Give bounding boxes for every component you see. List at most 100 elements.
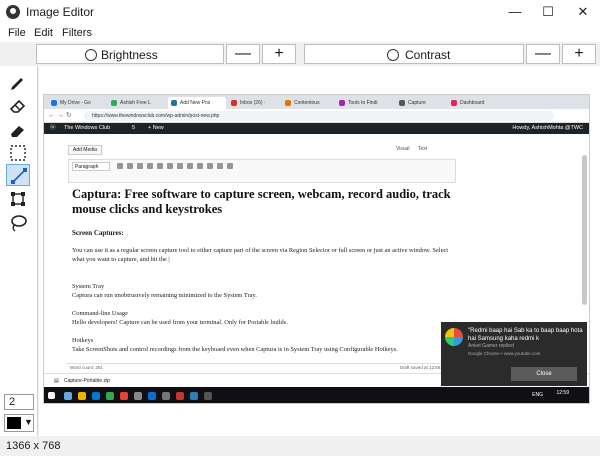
post-heading: Command-line Usage bbox=[72, 310, 128, 317]
browser-tab: Capture bbox=[396, 97, 454, 109]
notification-avatar bbox=[445, 328, 463, 346]
taskbar-app-icon bbox=[134, 392, 142, 400]
post-content: Captura: Free software to capture screen… bbox=[72, 187, 456, 354]
post-paragraph: Hello developers! Capture can be used fr… bbox=[72, 319, 288, 326]
browser-tab: Add New Pos bbox=[168, 97, 226, 109]
brightness-icon bbox=[85, 49, 97, 61]
contrast-group: Contrast bbox=[304, 44, 524, 64]
align-icon bbox=[177, 163, 183, 169]
taskbar-app-icon bbox=[120, 392, 128, 400]
list-icon bbox=[147, 163, 153, 169]
taskbar-app-icon bbox=[106, 392, 114, 400]
browser-tab: Ashish Free L bbox=[108, 97, 166, 109]
editor-footer: Word count: 251 Draft saved at 12:56:45 … bbox=[66, 363, 458, 371]
image-editor-window: Image Editor — ☐ ✕ File Edit Filters Bri… bbox=[0, 0, 600, 456]
line-icon[interactable] bbox=[6, 164, 30, 186]
pencil-icon[interactable] bbox=[6, 70, 30, 92]
close-button[interactable]: ✕ bbox=[566, 0, 600, 24]
taskbar-clock: 12:59 bbox=[556, 390, 569, 396]
minimize-button[interactable]: — bbox=[498, 0, 532, 24]
post-paragraph: Captura can run unobtrusively remaining … bbox=[72, 292, 257, 299]
notification-close-button: Close bbox=[511, 367, 577, 381]
taskbar-app-icon bbox=[148, 392, 156, 400]
list-icon bbox=[137, 163, 143, 169]
taskbar-app-icon bbox=[162, 392, 170, 400]
browser-tab: My Drive - Go bbox=[48, 97, 106, 109]
eraser-icon[interactable] bbox=[6, 94, 30, 116]
contrast-icon bbox=[387, 49, 399, 61]
brightness-label: Brightness bbox=[101, 48, 158, 62]
contrast-label: Contrast bbox=[405, 48, 451, 62]
menu-filters[interactable]: Filters bbox=[62, 27, 92, 39]
add-media-button: Add Media bbox=[68, 145, 102, 155]
menu-edit[interactable]: Edit bbox=[34, 27, 53, 39]
url-field: https://www.thewindowsclub.com/wp-admin/… bbox=[84, 111, 554, 121]
window-title: Image Editor bbox=[26, 5, 95, 19]
link-icon bbox=[197, 163, 203, 169]
status-bar: 1366 x 768 bbox=[0, 436, 600, 456]
color-swatch bbox=[7, 417, 21, 429]
notification-author: Anket Gamer replied bbox=[468, 343, 514, 349]
menu-file[interactable]: File bbox=[8, 27, 26, 39]
notification-message: "Redmi baap hai Sab ka to baap baap hota… bbox=[468, 328, 583, 342]
post-heading: Hotkeys bbox=[72, 337, 94, 344]
taskbar-app-icon bbox=[78, 392, 86, 400]
post-title: Captura: Free software to capture screen… bbox=[72, 187, 451, 216]
lasso-icon[interactable] bbox=[6, 212, 30, 234]
post-editor: Add Media Visual Text Paragraph Captura:… bbox=[66, 141, 456, 371]
align-icon bbox=[187, 163, 193, 169]
taskbar-app-icon bbox=[176, 392, 184, 400]
zip-file-icon: ▤ bbox=[54, 378, 59, 384]
chevron-down-icon: ▼ bbox=[24, 417, 33, 427]
address-bar: ← → ↻ https://www.thewindowsclub.com/wp-… bbox=[44, 109, 589, 123]
windows-taskbar: ENG 12:59 bbox=[44, 387, 589, 403]
menu-bar: File Edit Filters bbox=[0, 24, 600, 42]
format-toolbar: Paragraph bbox=[68, 159, 456, 183]
text-tab: Text bbox=[418, 146, 428, 152]
brightness-increase-button[interactable]: + bbox=[262, 44, 296, 64]
unlink-icon bbox=[207, 163, 213, 169]
shape-icon[interactable] bbox=[6, 188, 30, 210]
maximize-button[interactable]: ☐ bbox=[531, 0, 565, 24]
word-count: Word count: 251 bbox=[70, 365, 103, 370]
brightness-decrease-button[interactable]: — bbox=[226, 44, 260, 64]
post-paragraph: Take ScreenShots and control recordings … bbox=[72, 346, 398, 353]
post-heading: System Tray bbox=[72, 283, 105, 290]
align-icon bbox=[167, 163, 173, 169]
start-icon bbox=[48, 392, 55, 399]
brush-color-picker[interactable]: ▼ bbox=[4, 414, 34, 432]
more-icon bbox=[217, 163, 223, 169]
wp-comment-count: 5 bbox=[132, 125, 136, 131]
post-paragraph: You can use it as a regular screen captu… bbox=[72, 247, 449, 263]
download-filename: Capture-Portable.zip bbox=[64, 378, 110, 384]
taskbar-app-icon bbox=[204, 392, 212, 400]
browser-tab: Contentous bbox=[282, 97, 340, 109]
tool-sidebar: 2 ▼ bbox=[0, 66, 38, 436]
nav-arrows-icon: ← → ↻ bbox=[48, 112, 72, 119]
taskbar-app-icon bbox=[92, 392, 100, 400]
highlighter-icon[interactable] bbox=[6, 118, 30, 140]
bold-icon bbox=[117, 163, 123, 169]
browser-tab: Inbox (26) · bbox=[228, 97, 286, 109]
contrast-increase-button[interactable]: + bbox=[562, 44, 596, 64]
image-dimensions: 1366 x 768 bbox=[6, 440, 61, 452]
quote-icon bbox=[157, 163, 163, 169]
contrast-decrease-button[interactable]: — bbox=[526, 44, 560, 64]
format-select: Paragraph bbox=[72, 162, 110, 171]
adjust-toolbar: Brightness — + Contrast — + bbox=[0, 42, 600, 66]
wp-howdy: Howdy, AshishMohta @TWC bbox=[512, 125, 583, 131]
wp-logo-icon: ⓦ bbox=[50, 125, 56, 131]
title-bar: Image Editor — ☐ ✕ bbox=[0, 0, 600, 24]
select-rect-icon[interactable] bbox=[6, 142, 30, 164]
notification-source: Google Chrome • www.youtube.com bbox=[468, 351, 541, 356]
browser-tab: Tools to Findi bbox=[336, 97, 394, 109]
taskbar-app-icon bbox=[64, 392, 72, 400]
page-scrollbar bbox=[582, 155, 587, 305]
post-section-heading: Screen Captures: bbox=[72, 229, 124, 237]
brush-size-select[interactable]: 2 bbox=[4, 394, 34, 410]
taskbar-app-icon bbox=[190, 392, 198, 400]
visual-tab: Visual bbox=[396, 146, 410, 152]
language-indicator: ENG bbox=[532, 392, 543, 398]
wp-new-link: + New bbox=[148, 125, 164, 131]
wp-admin-bar: ⓦ The Windows Club 5 + New Howdy, Ashish… bbox=[44, 123, 589, 134]
